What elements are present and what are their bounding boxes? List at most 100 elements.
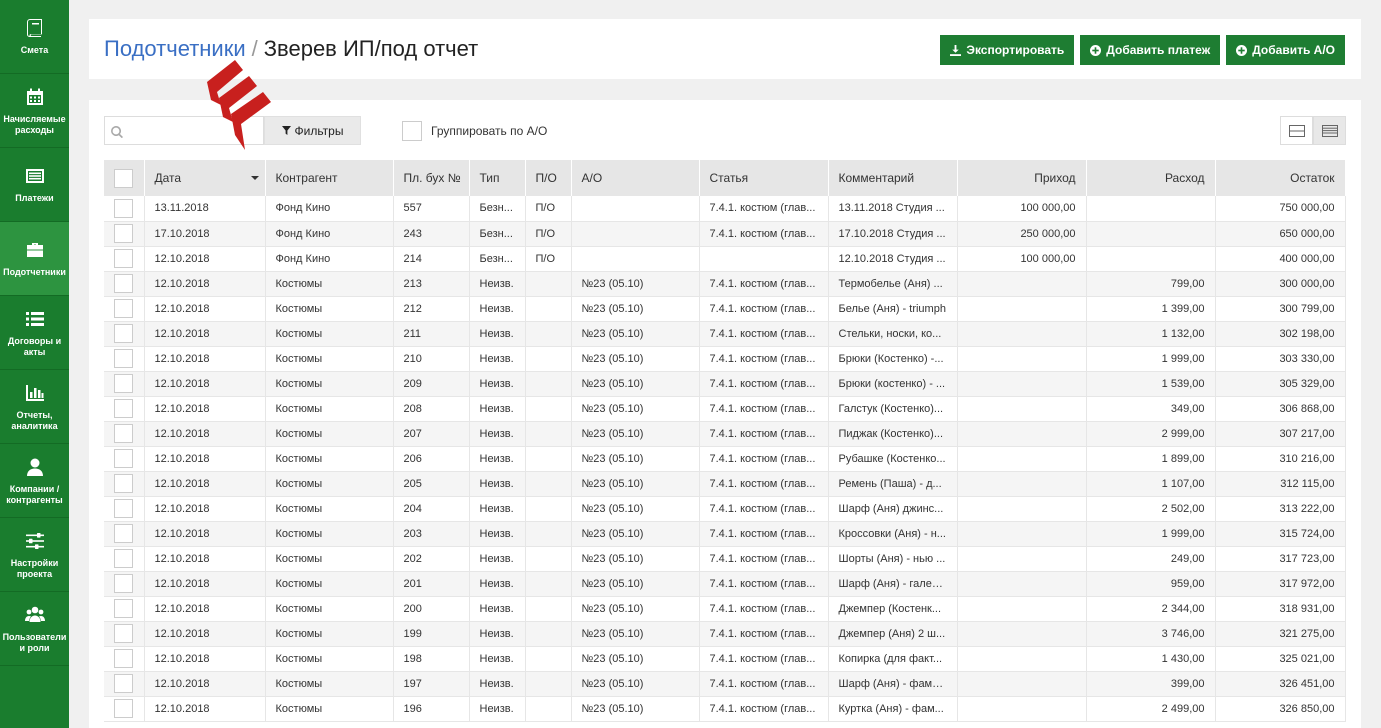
search-input[interactable] [127,121,257,141]
sidebar-item-companies[interactable]: Компании / контрагенты [0,444,69,518]
table-row[interactable]: 12.10.2018 Костюмы 210 Неизв. №23 (05.10) 7.4… [104,346,1346,372]
row-select-cell [104,396,145,422]
column-header-balance[interactable]: Остаток [1215,160,1346,196]
column-header-item[interactable]: Статья [699,160,829,196]
table-row[interactable]: 12.10.2018 Костюмы 213 Неизв. №23 (05.10) 7.4… [104,271,1346,297]
cell-date: 12.10.2018 [144,696,266,722]
sidebar-item-payments[interactable]: Платежи [0,148,69,222]
cell-po [525,371,572,397]
row-checkbox[interactable] [114,599,133,618]
row-checkbox[interactable] [114,198,133,218]
sidebar-item-accrued-expenses[interactable]: Начисляемые расходы [0,74,69,148]
export-button[interactable]: Экспортировать [940,35,1075,65]
view-compact-button[interactable] [1313,116,1346,145]
column-header-expense[interactable]: Расход [1086,160,1216,196]
row-checkbox[interactable] [114,549,133,568]
cell-po [525,271,572,297]
group-by-ao-checkbox[interactable] [402,121,422,141]
cell-income [957,696,1087,722]
table-row[interactable]: 17.10.2018 Фонд Кино 243 Безн... П/О 7.4.1. к… [104,221,1346,247]
view-wide-button[interactable] [1280,116,1313,145]
cell-date: 12.10.2018 [144,471,266,497]
select-all-checkbox[interactable] [114,168,133,188]
table-row[interactable]: 12.10.2018 Костюмы 205 Неизв. №23 (05.10) 7.4… [104,471,1346,497]
column-header-counterparty[interactable]: Контрагент [265,160,394,196]
table-row[interactable]: 12.10.2018 Костюмы 197 Неизв. №23 (05.10) 7.4… [104,671,1346,697]
table-row[interactable]: 12.10.2018 Костюмы 208 Неизв. №23 (05.10) 7.4… [104,396,1346,422]
column-header-type[interactable]: Тип [469,160,526,196]
cell-date: 12.10.2018 [144,321,266,347]
row-checkbox[interactable] [114,349,133,368]
cell-counterparty: Костюмы [265,521,394,547]
cell-item: 7.4.1. костюм (глав... [699,471,829,497]
row-checkbox[interactable] [114,299,133,318]
table-row[interactable]: 12.10.2018 Костюмы 201 Неизв. №23 (05.10) 7.4… [104,571,1346,597]
column-header-po[interactable]: П/О [525,160,572,196]
cell-expense: 2 499,00 [1086,696,1216,722]
table-row[interactable]: 12.10.2018 Фонд Кино 214 Безн... П/О 12.10.20… [104,246,1346,272]
row-checkbox[interactable] [114,624,133,643]
row-checkbox[interactable] [114,674,133,693]
row-checkbox[interactable] [114,424,133,443]
row-checkbox[interactable] [114,499,133,518]
sidebar-item-project-settings[interactable]: Настройки проекта [0,518,69,592]
row-checkbox[interactable] [114,249,133,268]
table-row[interactable]: 12.10.2018 Костюмы 196 Неизв. №23 (05.10) 7.4… [104,696,1346,722]
table-body: 13.11.2018 Фонд Кино 557 Безн... П/О 7.4.1. к… [104,196,1346,722]
table-row[interactable]: 12.10.2018 Костюмы 200 Неизв. №23 (05.10) 7.4… [104,596,1346,622]
row-checkbox[interactable] [114,474,133,493]
row-select-cell [104,221,145,247]
table-row[interactable]: 12.10.2018 Костюмы 203 Неизв. №23 (05.10) 7.4… [104,521,1346,547]
filters-button[interactable]: Фильтры [264,116,361,145]
table-row[interactable]: 12.10.2018 Костюмы 207 Неизв. №23 (05.10) 7.4… [104,421,1346,447]
row-checkbox[interactable] [114,224,133,243]
column-header-income[interactable]: Приход [957,160,1087,196]
row-checkbox[interactable] [114,649,133,668]
table-row[interactable]: 12.10.2018 Костюмы 206 Неизв. №23 (05.10) 7.4… [104,446,1346,472]
row-checkbox[interactable] [114,399,133,418]
cell-expense: 3 746,00 [1086,621,1216,647]
cell-date: 12.10.2018 [144,521,266,547]
cell-po [525,396,572,422]
row-checkbox[interactable] [114,324,133,343]
table-row[interactable]: 12.10.2018 Костюмы 198 Неизв. №23 (05.10) 7.4… [104,646,1346,672]
cell-item: 7.4.1. костюм (глав... [699,546,829,572]
sidebar-item-users-roles[interactable]: Пользователи и роли [0,592,69,666]
column-header-date[interactable]: Дата [144,160,266,196]
column-header-doc-number[interactable]: Пл. бух № [393,160,470,196]
table-row[interactable]: 12.10.2018 Костюмы 199 Неизв. №23 (05.10) 7.4… [104,621,1346,647]
table-row[interactable]: 12.10.2018 Костюмы 212 Неизв. №23 (05.10) 7.4… [104,296,1346,322]
cell-expense: 249,00 [1086,546,1216,572]
sidebar-item-reports[interactable]: Отчеты, аналитика [0,370,69,444]
column-header-ao[interactable]: А/О [571,160,700,196]
row-checkbox[interactable] [114,449,133,468]
table-row[interactable]: 13.11.2018 Фонд Кино 557 Безн... П/О 7.4.1. к… [104,196,1346,222]
breadcrumb-link-accountables[interactable]: Подотчетники [104,36,246,61]
row-checkbox[interactable] [114,699,133,718]
cell-ao [571,246,700,272]
cell-ao: №23 (05.10) [571,496,700,522]
row-checkbox[interactable] [114,574,133,593]
table-row[interactable]: 12.10.2018 Костюмы 204 Неизв. №23 (05.10) 7.4… [104,496,1346,522]
cell-po: П/О [525,246,572,272]
cell-income [957,321,1087,347]
add-ao-button[interactable]: Добавить А/О [1226,35,1345,65]
row-checkbox[interactable] [114,524,133,543]
sidebar-item-estimate[interactable]: Смета [0,0,69,74]
row-checkbox[interactable] [114,374,133,393]
cell-type: Неизв. [469,621,526,647]
table-row[interactable]: 12.10.2018 Костюмы 209 Неизв. №23 (05.10) 7.4… [104,371,1346,397]
table-row[interactable]: 12.10.2018 Костюмы 202 Неизв. №23 (05.10) 7.4… [104,546,1346,572]
row-checkbox[interactable] [114,274,133,293]
sidebar-item-accountables[interactable]: Подотчетники [0,222,69,296]
cell-doc-number: 201 [393,571,470,597]
table-row[interactable]: 12.10.2018 Костюмы 211 Неизв. №23 (05.10) 7.4… [104,321,1346,347]
export-button-label: Экспортировать [966,43,1065,57]
add-payment-button[interactable]: Добавить платеж [1080,35,1221,65]
sidebar-item-contracts[interactable]: Договоры и акты [0,296,69,370]
column-header-comment[interactable]: Комментарий [828,160,958,196]
cell-balance: 302 198,00 [1215,321,1346,347]
cell-ao: №23 (05.10) [571,696,700,722]
cell-comment: Шарф (Аня) - галер... [828,571,958,597]
layout-dense-icon [1321,124,1338,137]
